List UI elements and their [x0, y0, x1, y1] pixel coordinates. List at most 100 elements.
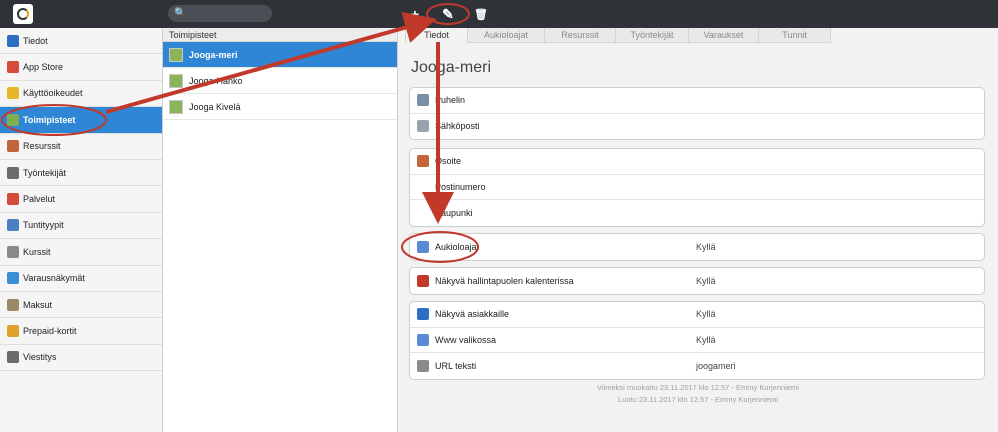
field-row: Puhelin — [410, 88, 984, 114]
field-row: Osoite — [410, 149, 984, 175]
web-menu-icon — [417, 333, 429, 346]
sidebar-item-resurssit[interactable]: Resurssit — [0, 134, 162, 160]
field-value: joogameri — [696, 360, 736, 371]
field-group: Näkyvä asiakkaille Kyllä Www valikossa Kyll… — [409, 301, 985, 380]
globe-icon — [7, 272, 19, 285]
field-group: Aukioloajat Kyllä — [409, 233, 985, 261]
star-icon — [7, 87, 19, 100]
sidebar-item-maksut[interactable]: Maksut — [0, 292, 162, 319]
app-logo[interactable] — [13, 4, 33, 24]
search-icon: 🔍 — [174, 8, 187, 19]
sidebar-item-ty-ntekij-t[interactable]: Työntekijät — [0, 160, 162, 187]
field-row: Postinumero — [410, 175, 984, 200]
sidebar-item-varausn-kym-t[interactable]: Varausnäkymät — [0, 266, 162, 292]
sidebar-item-app-store[interactable]: App Store — [0, 54, 162, 81]
field-label: Näkyvä asiakkaille — [435, 309, 510, 320]
field-label: Puhelin — [435, 95, 466, 106]
field-row: Näkyvä hallintapuolen kalenterissa Kyllä — [410, 268, 984, 294]
pencil-icon: ✎ — [442, 5, 454, 22]
field-group: Puhelin Sähköposti — [409, 87, 985, 140]
field-label: Postinumero — [435, 181, 486, 192]
field-label: Näkyvä hallintapuolen kalenterissa — [435, 275, 574, 286]
sidebar-item-label: Palvelut — [23, 194, 56, 205]
field-group: Näkyvä hallintapuolen kalenterissa Kyllä — [409, 267, 985, 295]
detail-tabs: Tiedot Aukioloajat Resurssit Työntekijät Var… — [405, 28, 831, 43]
created-note: Luotu 23.11.2017 klo 12.57 - Emmy Kurjen… — [618, 395, 778, 404]
sidebar: Tiedot App Store Käyttöoikeudet Toimipistee… — [0, 28, 163, 432]
field-label: Osoite — [435, 156, 462, 167]
sidebar-item-viestitys[interactable]: Viestitys — [0, 345, 162, 372]
field-row: Www valikossa Kyllä — [410, 328, 984, 353]
sidebar-item-kurssit[interactable]: Kurssit — [0, 239, 162, 266]
message-icon — [7, 351, 19, 364]
tab-ty-ntekij-t[interactable]: Työntekijät — [615, 28, 689, 43]
page-title: Jooga-meri — [411, 59, 492, 76]
add-button[interactable]: + — [405, 4, 425, 24]
sidebar-item-label: App Store — [23, 62, 64, 73]
list-item-label: Jooga-meri — [189, 49, 238, 60]
person-icon — [7, 166, 19, 179]
field-value: Kyllä — [696, 309, 716, 320]
location-icon — [169, 47, 183, 62]
sidebar-item-k-ytt-oikeudet[interactable]: Käyttöoikeudet — [0, 81, 162, 108]
sidebar-item-label: Toimipisteet — [23, 114, 76, 125]
app-store-icon — [7, 61, 19, 74]
field-row: Sähköposti — [410, 114, 984, 140]
card-icon — [7, 324, 19, 337]
house-icon — [7, 140, 19, 153]
search-input[interactable]: 🔍 — [168, 5, 272, 22]
tab-resurssit[interactable]: Resurssit — [544, 28, 616, 43]
field-label: Aukioloajat — [435, 241, 480, 252]
edit-button[interactable]: ✎ — [438, 4, 458, 24]
sidebar-item-tiedot[interactable]: Tiedot — [0, 28, 162, 55]
sidebar-item-label: Viestitys — [23, 352, 57, 363]
home-icon — [417, 155, 429, 168]
sidebar-item-label: Varausnäkymät — [23, 273, 85, 284]
delete-button[interactable]: 🗑 — [471, 4, 491, 24]
tab-varaukset[interactable]: Varaukset — [688, 28, 759, 43]
location-icon — [169, 73, 183, 88]
url-icon — [417, 359, 429, 372]
field-group: Osoite Postinumero Kaupunki — [409, 148, 985, 227]
sidebar-item-label: Maksut — [23, 299, 53, 310]
sidebar-item-tuntityypit[interactable]: Tuntityypit — [0, 213, 162, 240]
email-icon — [417, 120, 429, 133]
sidebar-item-prepaid-kortit[interactable]: Prepaid-kortit — [0, 318, 162, 345]
clock-icon — [417, 240, 429, 253]
top-bar: 🔍 + ✎ 🗑 — [0, 0, 998, 28]
location-list: Toimipisteet Jooga-meri Jooga-Hanko Jooga … — [163, 28, 398, 432]
tab-tiedot[interactable]: Tiedot — [405, 28, 468, 43]
phone-icon — [417, 94, 429, 107]
course-icon — [7, 245, 19, 258]
list-item-label: Jooga Kivelä — [189, 101, 241, 112]
field-row: Kaupunki — [410, 200, 984, 226]
list-header: Toimipisteet — [163, 28, 397, 42]
plus-icon: + — [410, 6, 420, 22]
field-label: Kaupunki — [435, 207, 473, 218]
calendar-grid-icon — [7, 219, 19, 232]
sidebar-item-toimipisteet[interactable]: Toimipisteet — [0, 107, 162, 134]
list-item-label: Jooga-Hanko — [189, 75, 243, 86]
tab-aukioloajat[interactable]: Aukioloajat — [467, 28, 545, 43]
calendar-icon — [7, 193, 19, 206]
location-icon — [7, 113, 19, 126]
sidebar-item-palvelut[interactable]: Palvelut — [0, 186, 162, 213]
sidebar-item-label: Prepaid-kortit — [23, 325, 77, 336]
sidebar-item-label: Tuntityypit — [23, 220, 64, 231]
field-label: URL teksti — [435, 360, 477, 371]
tab-tunnit[interactable]: Tunnit — [758, 28, 831, 43]
sidebar-item-label: Kurssit — [23, 246, 51, 257]
trash-icon: 🗑 — [474, 8, 488, 21]
list-item[interactable]: Jooga-meri — [163, 42, 397, 68]
sidebar-item-label: Tiedot — [23, 35, 48, 46]
spacer-icon — [417, 207, 429, 219]
list-item[interactable]: Jooga Kivelä — [163, 94, 397, 120]
payment-icon — [7, 298, 19, 311]
field-value: Kyllä — [696, 275, 716, 286]
spacer-icon — [417, 181, 429, 193]
detail-panel: Tiedot Aukioloajat Resurssit Työntekijät Var… — [398, 28, 998, 432]
sidebar-item-label: Käyttöoikeudet — [23, 88, 83, 99]
visible-icon — [417, 274, 429, 287]
list-item[interactable]: Jooga-Hanko — [163, 68, 397, 94]
sidebar-item-label: Työntekijät — [23, 167, 67, 178]
